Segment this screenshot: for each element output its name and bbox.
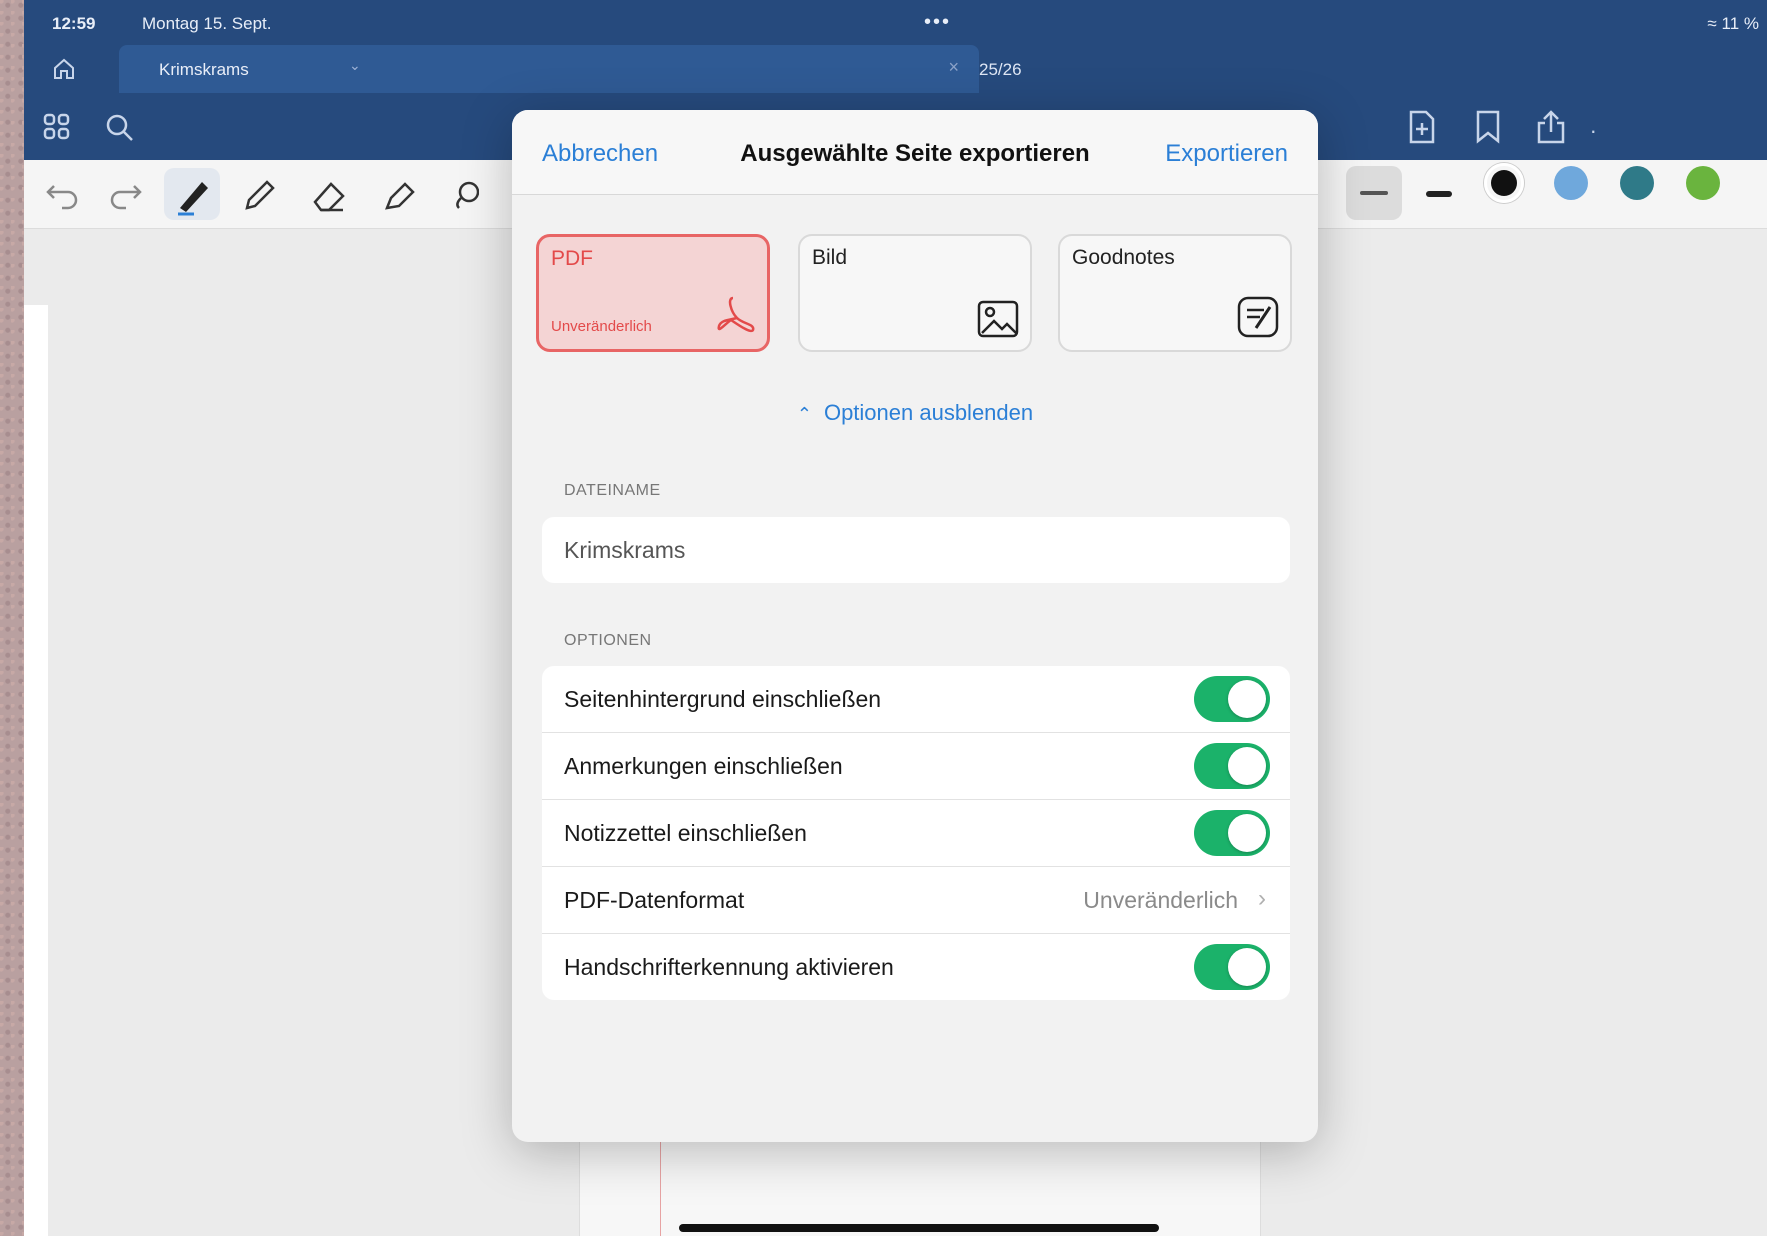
pen-tool-icon[interactable] — [164, 168, 220, 220]
lasso-icon[interactable] — [449, 178, 480, 219]
dialog-header: Abbrechen Ausgewählte Seite exportieren … — [512, 110, 1318, 195]
hide-options-toggle[interactable]: ⌃ Optionen ausblenden — [512, 400, 1318, 426]
format-name-pdf: PDF — [551, 247, 593, 270]
toggle-knob — [1228, 814, 1266, 852]
option-label: Notizzettel einschließen — [564, 820, 807, 846]
chevron-up-icon: ⌃ — [796, 404, 812, 424]
redo-icon[interactable] — [108, 178, 144, 215]
pdf-icon — [713, 294, 757, 343]
bookmark-icon[interactable] — [1475, 110, 1501, 149]
option-label: PDF-Datenformat — [564, 887, 745, 913]
status-time: 12:59 — [52, 14, 96, 33]
status-date: Montag 15. Sept. — [142, 14, 272, 33]
filename-input[interactable] — [542, 517, 1290, 583]
toggle-knob — [1228, 680, 1266, 718]
side-panel-edge — [24, 305, 48, 1236]
search-icon[interactable] — [104, 112, 136, 149]
format-subtitle-pdf: Unveränderlich — [551, 318, 652, 335]
handwriting-recognition-toggle[interactable] — [1194, 944, 1270, 990]
annotations-toggle[interactable] — [1194, 743, 1270, 789]
line-thick-button[interactable] — [1426, 191, 1452, 197]
option-label: Anmerkungen einschließen — [564, 753, 843, 779]
image-icon — [976, 299, 1020, 344]
battery-label: 11 % — [1721, 14, 1760, 33]
color-swatch-blue[interactable] — [1554, 166, 1588, 200]
option-label: Handschrifterkennung aktivieren — [564, 954, 894, 980]
line-thin-button[interactable] — [1346, 166, 1402, 220]
option-row-pdf-format[interactable]: PDF-Datenformat Unveränderlich › — [542, 867, 1290, 934]
chevron-right-icon: › — [1258, 885, 1266, 912]
eraser-icon[interactable] — [309, 178, 349, 219]
option-row-sticky-notes: Notizzettel einschließen — [542, 800, 1290, 867]
home-indicator[interactable] — [679, 1224, 1159, 1232]
format-name-image: Bild — [812, 246, 848, 269]
document-tab-title: Krimskrams — [159, 60, 249, 79]
share-icon[interactable] — [1535, 110, 1567, 149]
option-row-page-background: Seitenhintergrund einschließen — [542, 666, 1290, 733]
format-card-image[interactable]: Bild — [798, 234, 1032, 352]
more-icon[interactable]: · — [1590, 118, 1597, 144]
chevron-down-icon[interactable]: ⌄ — [349, 57, 361, 74]
toggle-knob — [1228, 747, 1266, 785]
add-page-icon[interactable] — [1407, 110, 1437, 149]
color-swatch-black[interactable] — [1484, 163, 1524, 203]
pdf-format-value: Unveränderlich — [1083, 887, 1238, 913]
option-label: Seitenhintergrund einschließen — [564, 686, 882, 712]
options-section-label: OPTIONEN — [564, 632, 652, 649]
home-icon[interactable] — [52, 57, 76, 81]
sticky-notes-toggle[interactable] — [1194, 810, 1270, 856]
hide-options-label: Optionen ausblenden — [823, 400, 1034, 425]
filename-section-label: DATEINAME — [564, 482, 661, 499]
highlighter-icon[interactable] — [379, 178, 419, 219]
option-row-annotations: Anmerkungen einschließen — [542, 733, 1290, 800]
export-dialog: Abbrechen Ausgewählte Seite exportieren … — [512, 110, 1318, 1142]
toggle-knob — [1228, 948, 1266, 986]
option-row-handwriting: Handschrifterkennung aktivieren — [542, 934, 1290, 1000]
grid-icon[interactable] — [42, 112, 72, 147]
page-count: 25/26 — [979, 60, 1022, 79]
color-swatch-black-fill — [1491, 170, 1517, 196]
color-swatch-green[interactable] — [1686, 166, 1720, 200]
battery-indicator: ≈ 11 % — [1707, 14, 1759, 34]
line-thin-icon — [1360, 191, 1388, 195]
format-card-pdf[interactable]: PDF Unveränderlich — [536, 234, 770, 352]
close-tab-icon[interactable]: × — [948, 57, 959, 78]
document-tab[interactable]: Krimskrams ⌄ × — [119, 45, 979, 93]
export-button[interactable]: Exportieren — [1165, 140, 1288, 168]
wifi-icon: ≈ — [1707, 14, 1717, 33]
page-background-toggle[interactable] — [1194, 676, 1270, 722]
multitask-dots[interactable]: ••• — [924, 11, 951, 34]
pencil-icon[interactable] — [239, 178, 279, 219]
tab-row: Krimskrams ⌄ × 25/26 — [24, 45, 1767, 93]
goodnotes-icon — [1236, 295, 1280, 344]
undo-icon[interactable] — [44, 178, 80, 215]
options-list: Seitenhintergrund einschließen Anmerkung… — [542, 666, 1290, 1000]
format-name-goodnotes: Goodnotes — [1072, 246, 1175, 269]
color-swatch-teal[interactable] — [1620, 166, 1654, 200]
format-card-goodnotes[interactable]: Goodnotes — [1058, 234, 1292, 352]
status-bar: 12:59 Montag 15. Sept. ••• ≈ 11 % — [52, 11, 1767, 38]
